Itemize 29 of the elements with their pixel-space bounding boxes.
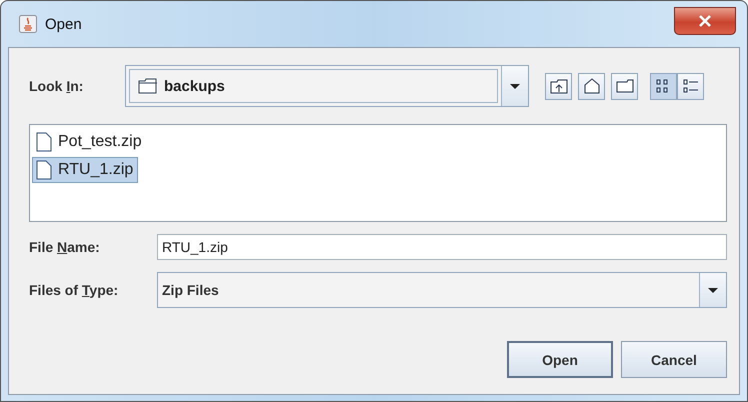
file-name-field[interactable]: RTU_1.zip <box>157 234 727 260</box>
window-title: Open <box>45 16 82 32</box>
folder-up-arrow-icon <box>550 78 568 94</box>
close-button[interactable] <box>674 7 736 35</box>
up-folder-button[interactable] <box>545 72 572 100</box>
folder-icon <box>138 78 158 94</box>
folder-icon <box>616 78 634 94</box>
open-button[interactable]: Open <box>507 341 613 378</box>
details-view-button[interactable] <box>677 72 704 100</box>
caret-icon <box>708 288 718 292</box>
cancel-button[interactable]: Cancel <box>621 341 727 378</box>
home-button[interactable] <box>578 72 605 100</box>
new-folder-button[interactable] <box>611 72 638 100</box>
file-item[interactable]: Pot_test.zip <box>32 129 147 155</box>
close-icon <box>698 15 712 27</box>
file-icon <box>36 160 52 180</box>
app-icon <box>19 15 37 33</box>
file-type-dropdown[interactable]: Zip Files <box>157 272 727 308</box>
caret-icon <box>510 84 520 88</box>
home-icon <box>582 78 600 94</box>
file-item[interactable]: RTU_1.zip <box>32 157 138 183</box>
details-view-icon <box>682 78 698 94</box>
file-name-label: File Name: <box>29 239 101 255</box>
file-type-label: Files of Type: <box>29 282 120 298</box>
look-in-dropdown[interactable]: backups <box>125 65 529 107</box>
look-in-value: backups <box>164 78 225 94</box>
look-in-label: Look In: <box>29 78 84 94</box>
file-icon <box>36 132 52 152</box>
list-view-button[interactable] <box>650 72 677 100</box>
